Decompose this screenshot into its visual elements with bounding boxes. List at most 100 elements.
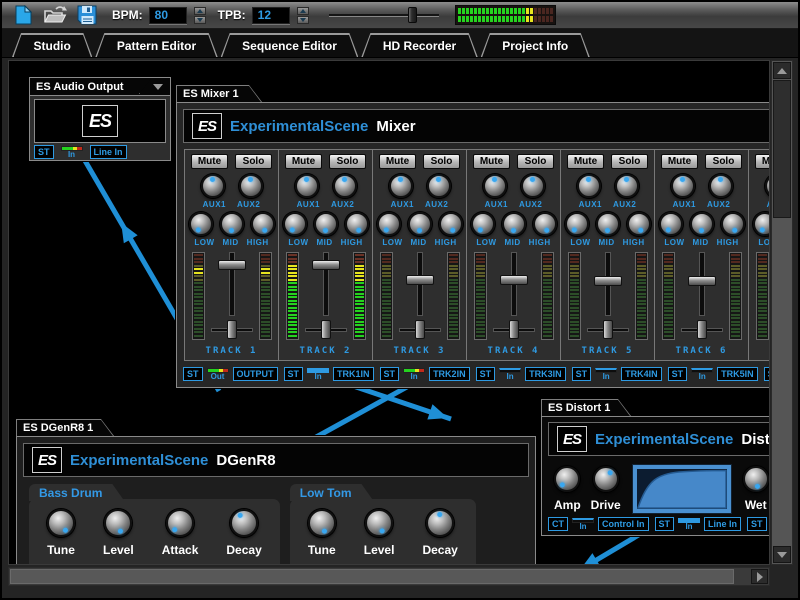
tune-knob[interactable]: [47, 509, 75, 537]
vertical-scrollbar[interactable]: [771, 60, 793, 565]
bpm-field[interactable]: 80: [149, 7, 187, 24]
fader-handle[interactable]: [406, 275, 434, 285]
eq-knob[interactable]: [251, 212, 275, 236]
save-file-button[interactable]: [74, 4, 100, 26]
port-name-badge[interactable]: Line In: [90, 145, 127, 159]
window-es-mixer[interactable]: ES Mixer 1 ES ExperimentalScene Mixer Mu…: [176, 85, 770, 388]
pan-slider[interactable]: [397, 320, 443, 340]
fader-handle[interactable]: [500, 275, 528, 285]
wet-knob[interactable]: [743, 466, 769, 492]
solo-button[interactable]: Solo: [423, 154, 460, 169]
level-knob[interactable]: [365, 509, 393, 537]
solo-button[interactable]: Solo: [611, 154, 648, 169]
aux-knob[interactable]: [709, 174, 733, 198]
tpb-down-button[interactable]: [297, 16, 309, 24]
pan-slider[interactable]: [209, 320, 255, 340]
window-menu-button[interactable]: [139, 79, 169, 94]
window-titlebar[interactable]: ES Distort 1: [541, 399, 631, 416]
tpb-field[interactable]: 12: [252, 7, 290, 24]
solo-button[interactable]: Solo: [235, 154, 272, 169]
amp-knob[interactable]: [554, 466, 580, 492]
aux-knob[interactable]: [671, 174, 695, 198]
eq-knob[interactable]: [596, 212, 620, 236]
aux-knob[interactable]: [483, 174, 507, 198]
eq-knob[interactable]: [565, 212, 589, 236]
aux-knob[interactable]: [577, 174, 601, 198]
window-titlebar[interactable]: ES Mixer 1: [176, 85, 262, 102]
window-titlebar[interactable]: ES DGenR8 1: [16, 419, 114, 436]
aux-knob[interactable]: [615, 174, 639, 198]
eq-knob[interactable]: [314, 212, 338, 236]
aux-knob[interactable]: [427, 174, 451, 198]
open-file-button[interactable]: [42, 4, 68, 26]
mute-button[interactable]: Mute: [755, 154, 770, 169]
tab-studio[interactable]: Studio: [12, 33, 92, 57]
eq-knob[interactable]: [283, 212, 307, 236]
port-type-badge[interactable]: ST: [380, 367, 400, 381]
port-type-badge[interactable]: ST: [764, 367, 770, 381]
eq-knob[interactable]: [471, 212, 495, 236]
fader-track[interactable]: [323, 252, 329, 316]
horizontal-scrollbar[interactable]: [8, 567, 770, 586]
new-file-button[interactable]: [10, 4, 36, 26]
aux-knob[interactable]: [333, 174, 357, 198]
scroll-down-button[interactable]: [773, 546, 791, 563]
eq-knob[interactable]: [753, 212, 771, 236]
port-type-badge[interactable]: CT: [548, 517, 568, 531]
mute-button[interactable]: Mute: [661, 154, 698, 169]
fader-handle[interactable]: [688, 276, 716, 286]
port-name-badge[interactable]: TRK5IN: [717, 367, 758, 381]
port-name-badge[interactable]: TRK3IN: [525, 367, 566, 381]
port-name-badge[interactable]: Line In: [704, 517, 741, 531]
aux-knob[interactable]: [295, 174, 319, 198]
pan-slider[interactable]: [303, 320, 349, 340]
fader-handle[interactable]: [218, 260, 246, 270]
aux-knob[interactable]: [201, 174, 225, 198]
eq-knob[interactable]: [345, 212, 369, 236]
tpb-up-button[interactable]: [297, 7, 309, 15]
aux-knob[interactable]: [521, 174, 545, 198]
port-type-badge[interactable]: ST: [747, 517, 767, 531]
port-type-badge[interactable]: ST: [668, 367, 688, 381]
pan-handle[interactable]: [697, 320, 707, 339]
fader-track[interactable]: [699, 252, 705, 316]
solo-button[interactable]: Solo: [705, 154, 742, 169]
mute-button[interactable]: Mute: [567, 154, 604, 169]
window-es-audio-output[interactable]: ES Audio Output ES STInLine In: [29, 77, 171, 161]
port-name-badge[interactable]: OUTPUT: [233, 367, 278, 381]
bpm-down-button[interactable]: [194, 16, 206, 24]
decay-knob[interactable]: [230, 509, 258, 537]
eq-knob[interactable]: [659, 212, 683, 236]
port-type-badge[interactable]: ST: [572, 367, 592, 381]
pan-handle[interactable]: [415, 320, 425, 339]
mute-button[interactable]: Mute: [379, 154, 416, 169]
eq-knob[interactable]: [439, 212, 463, 236]
port-type-badge[interactable]: ST: [476, 367, 496, 381]
pan-handle[interactable]: [321, 320, 331, 339]
aux-knob[interactable]: [765, 174, 771, 198]
eq-knob[interactable]: [533, 212, 557, 236]
pan-slider[interactable]: [679, 320, 725, 340]
port-type-badge[interactable]: ST: [655, 517, 675, 531]
mute-button[interactable]: Mute: [285, 154, 322, 169]
slider-handle[interactable]: [408, 7, 417, 23]
scroll-up-button[interactable]: [773, 62, 791, 79]
window-titlebar[interactable]: ES Audio Output: [29, 77, 171, 95]
fader-track[interactable]: [417, 252, 423, 316]
vertical-scroll-thumb[interactable]: [773, 80, 791, 218]
eq-knob[interactable]: [220, 212, 244, 236]
scroll-right-button[interactable]: [751, 569, 768, 584]
decay-knob[interactable]: [426, 509, 454, 537]
port-name-badge[interactable]: TRK2IN: [429, 367, 470, 381]
drive-knob[interactable]: [593, 466, 619, 492]
solo-button[interactable]: Solo: [329, 154, 366, 169]
tab-project-info[interactable]: Project Info: [481, 33, 590, 57]
mute-button[interactable]: Mute: [473, 154, 510, 169]
attack-knob[interactable]: [166, 509, 194, 537]
window-es-distort[interactable]: ES Distort 1 ES ExperimentalScene Distor…: [541, 399, 770, 536]
eq-knob[interactable]: [377, 212, 401, 236]
solo-button[interactable]: Solo: [517, 154, 554, 169]
level-knob[interactable]: [104, 509, 132, 537]
horizontal-scroll-thumb[interactable]: [10, 569, 734, 584]
tab-hd-recorder[interactable]: HD Recorder: [361, 33, 477, 57]
